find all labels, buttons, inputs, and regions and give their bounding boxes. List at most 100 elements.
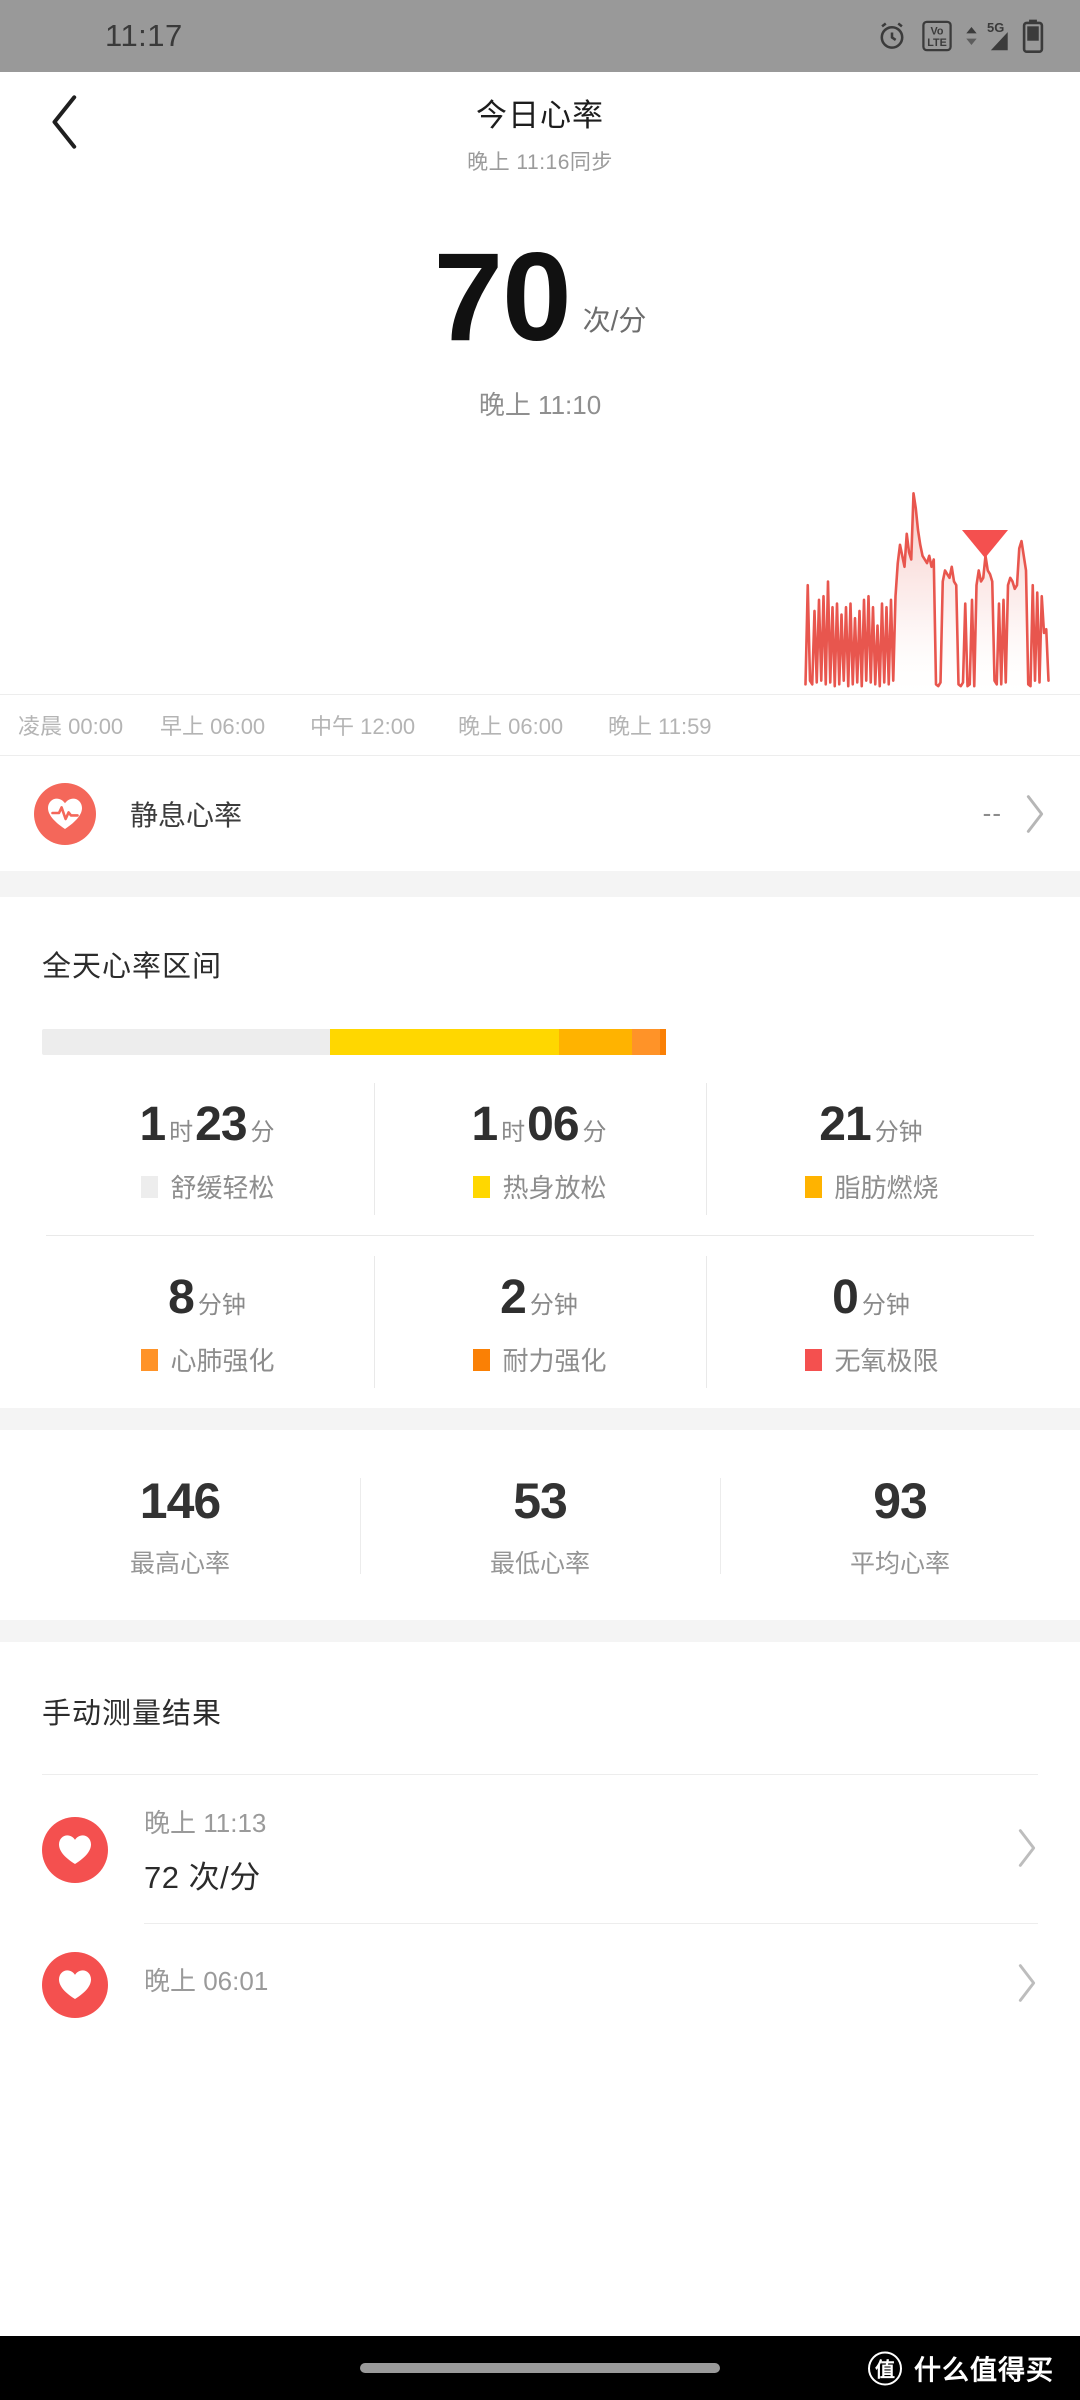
max-heart-rate-value: 146 (139, 1473, 221, 1529)
status-time: 11:17 (105, 18, 183, 53)
chart-x-axis: 凌晨 00:00 早上 06:00 中午 12:00 晚上 06:00 晚上 1… (0, 694, 1080, 756)
resting-heart-rate-label: 静息心率 (130, 799, 243, 831)
manual-measurements-section: 手动测量结果 晚上 11:13 72 次/分 晚上 06:01 (0, 1642, 1080, 2044)
zone-minutes-3: 8 (168, 1271, 195, 1324)
zones-title: 全天心率区间 (42, 951, 223, 983)
status-icon-group: Vo LTE 5G (875, 19, 1044, 53)
zone-color-dot-4 (473, 1348, 491, 1371)
avg-heart-rate-label: 平均心率 (849, 1550, 950, 1578)
chevron-right-icon[interactable] (1024, 794, 1046, 834)
current-heart-rate: 70 次/分 晚上 11:10 (0, 228, 1080, 422)
zone-label-0: 舒缓轻松 (170, 1173, 275, 1203)
zone-cell-1[interactable]: 1 时 06 分 热身放松 (374, 1063, 706, 1235)
svg-text:LTE: LTE (927, 37, 947, 49)
section-divider-3 (0, 1620, 1080, 1642)
max-heart-rate-label: 最高心率 (129, 1550, 230, 1578)
zone-label-1: 热身放松 (502, 1173, 607, 1203)
home-gesture-pill[interactable] (360, 2363, 720, 2373)
x-tick-3: 晚上 06:00 (458, 714, 564, 739)
svg-text:Vo: Vo (931, 25, 944, 37)
watermark-logo-icon: 值 (868, 2351, 902, 2385)
zone-cell-3[interactable]: 8 分钟 心肺强化 (42, 1236, 374, 1408)
measurement-time: 晚上 06:01 (144, 1965, 269, 1996)
zone-stats-grid: 1 时 23 分 舒缓轻松 1 时 06 分 热身放松 21 分钟 脂肪燃烧 8… (42, 1063, 1038, 1408)
zone-minutes-5: 0 (832, 1271, 859, 1324)
zone-minutes-2: 21 (819, 1098, 871, 1151)
x-tick-4: 晚上 11:59 (608, 714, 712, 739)
heart-pulse-icon (34, 782, 96, 845)
x-tick-1: 早上 06:00 (160, 714, 266, 739)
heart-rate-value: 70 (433, 228, 572, 367)
chevron-right-icon[interactable] (1016, 1963, 1038, 2008)
zone-cell-5[interactable]: 0 分钟 无氧极限 (706, 1236, 1038, 1408)
alarm-icon (875, 19, 909, 53)
measurement-time: 晚上 11:13 (144, 1808, 267, 1838)
section-divider (0, 871, 1080, 897)
zone-label-3: 心肺强化 (170, 1346, 275, 1376)
watermark: 值 什么值得买 (868, 2349, 1054, 2388)
section-divider-2 (0, 1408, 1080, 1430)
battery-icon (1022, 19, 1044, 53)
zone-color-dot-1 (473, 1175, 491, 1198)
zone-color-dot-3 (141, 1348, 159, 1371)
chevron-right-icon[interactable] (1016, 1828, 1038, 1873)
sync-subtitle: 晚上 11:16同步 (467, 151, 613, 174)
zone-color-dot-5 (805, 1348, 823, 1371)
zone-row-top: 1 时 23 分 舒缓轻松 1 时 06 分 热身放松 21 分钟 脂肪燃烧 (42, 1063, 1038, 1235)
zone-minutes-unit-0: 分 (250, 1119, 275, 1146)
volte-icon: Vo LTE (922, 19, 952, 53)
zone-bar-segment-3 (631, 1029, 660, 1055)
status-bar: 11:17 Vo LTE 5G (0, 0, 1080, 72)
zone-minutes-unit-4: 分钟 (529, 1292, 578, 1319)
heart-rate-chart[interactable] (0, 466, 1080, 694)
zone-minutes-unit-3: 分钟 (197, 1292, 246, 1319)
summary-cell-avg: 93 平均心率 (720, 1472, 1080, 1580)
watermark-text: 什么值得买 (914, 2355, 1054, 2386)
heart-rate-zones-section: 全天心率区间 1 时 23 分 舒缓轻松 1 时 06 分 热身放松 21 分钟… (0, 897, 1080, 1408)
x-tick-2: 中午 12:00 (310, 714, 416, 739)
zone-minutes-0: 23 (195, 1098, 247, 1151)
zone-cell-0[interactable]: 1 时 23 分 舒缓轻松 (42, 1063, 374, 1235)
zone-hours-unit-0: 时 (169, 1119, 194, 1146)
zone-minutes-unit-1: 分 (582, 1119, 607, 1146)
heart-rate-unit: 次/分 (582, 305, 647, 336)
zone-color-dot-2 (805, 1175, 823, 1198)
zone-label-5: 无氧极限 (834, 1346, 939, 1376)
zone-minutes-unit-2: 分钟 (874, 1119, 923, 1146)
signal-5g-icon: 5G (965, 19, 1009, 53)
zone-minutes-unit-5: 分钟 (861, 1292, 910, 1319)
zone-bar-empty (666, 1029, 1038, 1055)
svg-text:5G: 5G (987, 20, 1004, 35)
resting-heart-rate-row[interactable]: 静息心率 -- (0, 756, 1080, 871)
zone-bar-segment-0 (42, 1029, 330, 1055)
zone-label-2: 脂肪燃烧 (834, 1173, 939, 1203)
measurement-bpm: 72 次/分 (144, 1860, 261, 1895)
zone-hours-0: 1 (139, 1098, 166, 1151)
min-heart-rate-label: 最低心率 (489, 1550, 590, 1578)
app-bar: 今日心率 晚上 11:16同步 (0, 72, 1080, 182)
min-heart-rate-value: 53 (513, 1473, 568, 1529)
list-item[interactable]: 晚上 11:13 72 次/分 (42, 1775, 1038, 1923)
current-value-marker (962, 530, 1008, 558)
manual-title: 手动测量结果 (42, 1698, 223, 1730)
zone-label-4: 耐力强化 (502, 1346, 607, 1376)
resting-heart-rate-value: -- (982, 798, 1002, 828)
zone-progress-bar (42, 1029, 1038, 1055)
zone-cell-4[interactable]: 2 分钟 耐力强化 (374, 1236, 706, 1408)
zone-cell-2[interactable]: 21 分钟 脂肪燃烧 (706, 1063, 1038, 1235)
summary-cell-min: 53 最低心率 (360, 1472, 720, 1580)
zone-color-dot-0 (141, 1175, 159, 1198)
zone-minutes-1: 06 (527, 1098, 579, 1151)
heart-icon (42, 1817, 108, 1883)
zone-minutes-4: 2 (500, 1271, 527, 1324)
summary-cell-max: 146 最高心率 (0, 1472, 360, 1580)
heart-rate-time: 晚上 11:10 (478, 390, 602, 420)
list-item[interactable]: 晚上 06:01 (42, 1924, 1038, 2044)
zone-row-bottom: 8 分钟 心肺强化 2 分钟 耐力强化 0 分钟 无氧极限 (42, 1236, 1038, 1408)
zone-hours-unit-1: 时 (501, 1119, 526, 1146)
heart-rate-summary: 146 最高心率 53 最低心率 93 平均心率 (0, 1430, 1080, 1620)
x-tick-0: 凌晨 00:00 (18, 714, 124, 739)
page-title: 今日心率 (476, 98, 604, 133)
zone-hours-1: 1 (471, 1098, 498, 1151)
zone-bar-segment-1 (329, 1029, 559, 1055)
